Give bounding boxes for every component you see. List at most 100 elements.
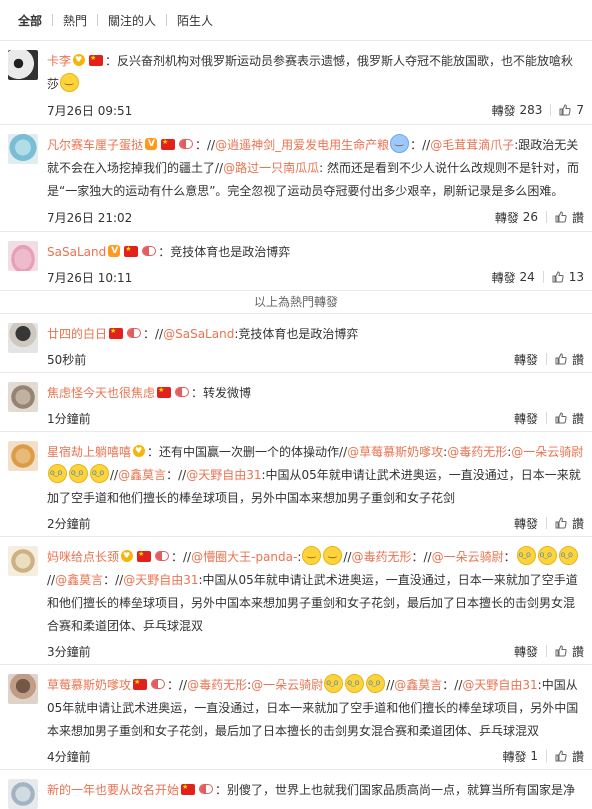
avatar[interactable] <box>8 134 38 164</box>
cry-emoji-icon <box>324 674 344 693</box>
like-button[interactable]: 讚 <box>555 209 584 226</box>
tab-hot[interactable]: 熱門 <box>53 12 97 29</box>
mention-link[interactable]: @天野自由31 <box>123 573 198 587</box>
cry-emoji-icon <box>90 464 109 483</box>
avatar[interactable] <box>8 674 38 704</box>
action-divider <box>545 645 547 657</box>
repost-button[interactable]: 轉發 <box>514 643 538 660</box>
repost-text: 星宿劫上躺嘻嘻：还有中国赢一次删一个的体操动作//@草莓慕斯奶嗲攻:@毒药无形:… <box>47 441 584 510</box>
repost-button[interactable]: 轉發 <box>514 351 538 368</box>
avatar[interactable] <box>8 241 38 271</box>
repost-button[interactable]: 轉發 26 <box>495 209 538 226</box>
timestamp[interactable]: 7月26日 10:11 <box>47 269 132 286</box>
mention-link[interactable]: @天野自由31 <box>186 468 261 482</box>
china-flag-icon <box>133 678 148 690</box>
mention-link[interactable]: @毒药无形 <box>351 550 411 564</box>
smile-emoji-icon <box>302 546 322 565</box>
repost-item: 凡尔赛车厘子蛋挞：//@逍遥神剑_用爱发电用生命产粮：//@毛茸茸滴爪子:跟政治… <box>0 125 592 232</box>
mention-link[interactable]: @天野自由31 <box>462 678 537 692</box>
mention-link[interactable]: @一朵云骑尉 <box>432 550 504 564</box>
verified-v-icon <box>145 138 158 150</box>
username-link[interactable]: 卡李 <box>47 54 71 68</box>
repost-text: 凡尔赛车厘子蛋挞：//@逍遥神剑_用爱发电用生命产粮：//@毛茸茸滴爪子:跟政治… <box>47 134 584 203</box>
action-divider <box>545 517 547 529</box>
repost-text: 妈咪给点长颈：//@懵圈大王-panda-://@毒药无形：//@一朵云骑尉：/… <box>47 546 584 638</box>
username-link[interactable]: 凡尔赛车厘子蛋挞 <box>47 138 143 152</box>
repost-text: 草莓慕斯奶嗲攻：//@毒药无形:@一朵云骑尉//@鑫莫言：//@天野自由31:中… <box>47 674 584 743</box>
china-flag-icon <box>161 138 176 150</box>
pill-icon <box>175 387 190 397</box>
tab-strangers[interactable]: 陌生人 <box>167 12 223 29</box>
action-divider <box>545 412 547 424</box>
username-link[interactable]: 妈咪给点长颈 <box>47 550 119 564</box>
china-flag-icon <box>157 386 172 398</box>
repost-button[interactable]: 轉發 <box>514 410 538 427</box>
username-link[interactable]: 星宿劫上躺嘻嘻 <box>47 445 131 459</box>
tab-following[interactable]: 關注的人 <box>98 12 166 29</box>
mention-link[interactable]: @路过一只南瓜瓜 <box>223 161 319 175</box>
cry-emoji-icon <box>366 674 386 693</box>
avatar[interactable] <box>8 779 38 809</box>
thumbs-up-icon <box>555 412 567 424</box>
tab-all[interactable]: 全部 <box>8 12 52 29</box>
pill-icon <box>179 139 194 149</box>
mention-link[interactable]: @一朵云骑尉 <box>251 678 323 692</box>
timestamp[interactable]: 2分鐘前 <box>47 515 91 532</box>
cry-emoji-icon <box>48 464 67 483</box>
repost-item: 廿四的白日：//@SaSaLand:竞技体育也是政治博弈 50秒前 轉發 讚 <box>0 314 592 373</box>
thumbs-up-icon <box>555 517 567 529</box>
like-button[interactable]: 讚 <box>555 515 584 532</box>
mention-link[interactable]: @SaSaLand <box>163 327 234 341</box>
like-button[interactable]: 13 <box>552 270 584 284</box>
hot-reposts-divider: 以上為熱門轉發 <box>0 291 592 314</box>
action-divider <box>545 353 547 365</box>
mention-link[interactable]: @毒药无形 <box>447 445 507 459</box>
china-flag-icon <box>109 327 124 339</box>
mention-link[interactable]: @一朵云骑尉 <box>511 445 583 459</box>
repost-button[interactable]: 轉發 <box>514 515 538 532</box>
repost-text: 新的一年也要从改名开始：别傻了，世界上也就我们国家品质高尚一点，就算当所有国家是… <box>47 779 584 802</box>
avatar[interactable] <box>8 50 38 80</box>
like-button[interactable]: 讚 <box>555 410 584 427</box>
username-link[interactable]: 草莓慕斯奶嗲攻 <box>47 678 131 692</box>
username-link[interactable]: 新的一年也要从改名开始 <box>47 783 179 797</box>
repost-text: 焦虑怪今天也很焦虑：转发微博 <box>47 382 584 405</box>
emoji-icon <box>390 134 410 153</box>
pill-icon <box>199 784 214 794</box>
mention-link[interactable]: @懵圈大王-panda- <box>191 550 297 564</box>
mention-link[interactable]: @鑫莫言 <box>118 468 166 482</box>
repost-item: 焦虑怪今天也很焦虑：转发微博 1分鐘前 轉發 讚 <box>0 373 592 432</box>
mention-link[interactable]: @毛茸茸滴爪子 <box>430 138 514 152</box>
smile-emoji-icon <box>323 546 343 565</box>
mention-link[interactable]: @鑫莫言 <box>55 573 103 587</box>
username-link[interactable]: 焦虑怪今天也很焦虑 <box>47 386 155 400</box>
repost-text: 卡李：反兴奋剂机构对俄罗斯运动员参赛表示遗憾，俄罗斯人夺冠不能放国歌，也不能放嗆… <box>47 50 584 96</box>
repost-item: 新的一年也要从改名开始：别傻了，世界上也就我们国家品质高尚一点，就算当所有国家是… <box>0 770 592 809</box>
thumbs-up-icon <box>555 211 567 223</box>
timestamp[interactable]: 7月26日 09:51 <box>47 102 132 119</box>
mention-link[interactable]: @鑫莫言 <box>394 678 442 692</box>
username-link[interactable]: 廿四的白日 <box>47 327 107 341</box>
like-button[interactable]: 7 <box>559 103 584 117</box>
timestamp[interactable]: 1分鐘前 <box>47 410 91 427</box>
repost-button[interactable]: 轉發 283 <box>492 102 543 119</box>
member-badge-icon <box>73 54 86 66</box>
mention-link[interactable]: @毒药无形 <box>187 678 247 692</box>
timestamp[interactable]: 7月26日 21:02 <box>47 209 132 226</box>
like-button[interactable]: 讚 <box>555 351 584 368</box>
china-flag-icon <box>181 783 196 795</box>
avatar[interactable] <box>8 441 38 471</box>
cry-emoji-icon <box>69 464 88 483</box>
repost-button[interactable]: 轉發 24 <box>492 269 535 286</box>
mention-link[interactable]: @逍遥神剑_用爱发电用生命产粮 <box>215 138 389 152</box>
username-link[interactable]: SaSaLand <box>47 245 106 259</box>
mention-link[interactable]: @草莓慕斯奶嗲攻 <box>347 445 443 459</box>
avatar[interactable] <box>8 546 38 576</box>
like-button[interactable]: 讚 <box>555 643 584 660</box>
timestamp[interactable]: 3分鐘前 <box>47 643 91 660</box>
avatar[interactable] <box>8 382 38 412</box>
member-badge-icon <box>133 445 146 457</box>
timestamp[interactable]: 50秒前 <box>47 351 86 368</box>
thumbs-up-icon <box>555 353 567 365</box>
avatar[interactable] <box>8 323 38 353</box>
